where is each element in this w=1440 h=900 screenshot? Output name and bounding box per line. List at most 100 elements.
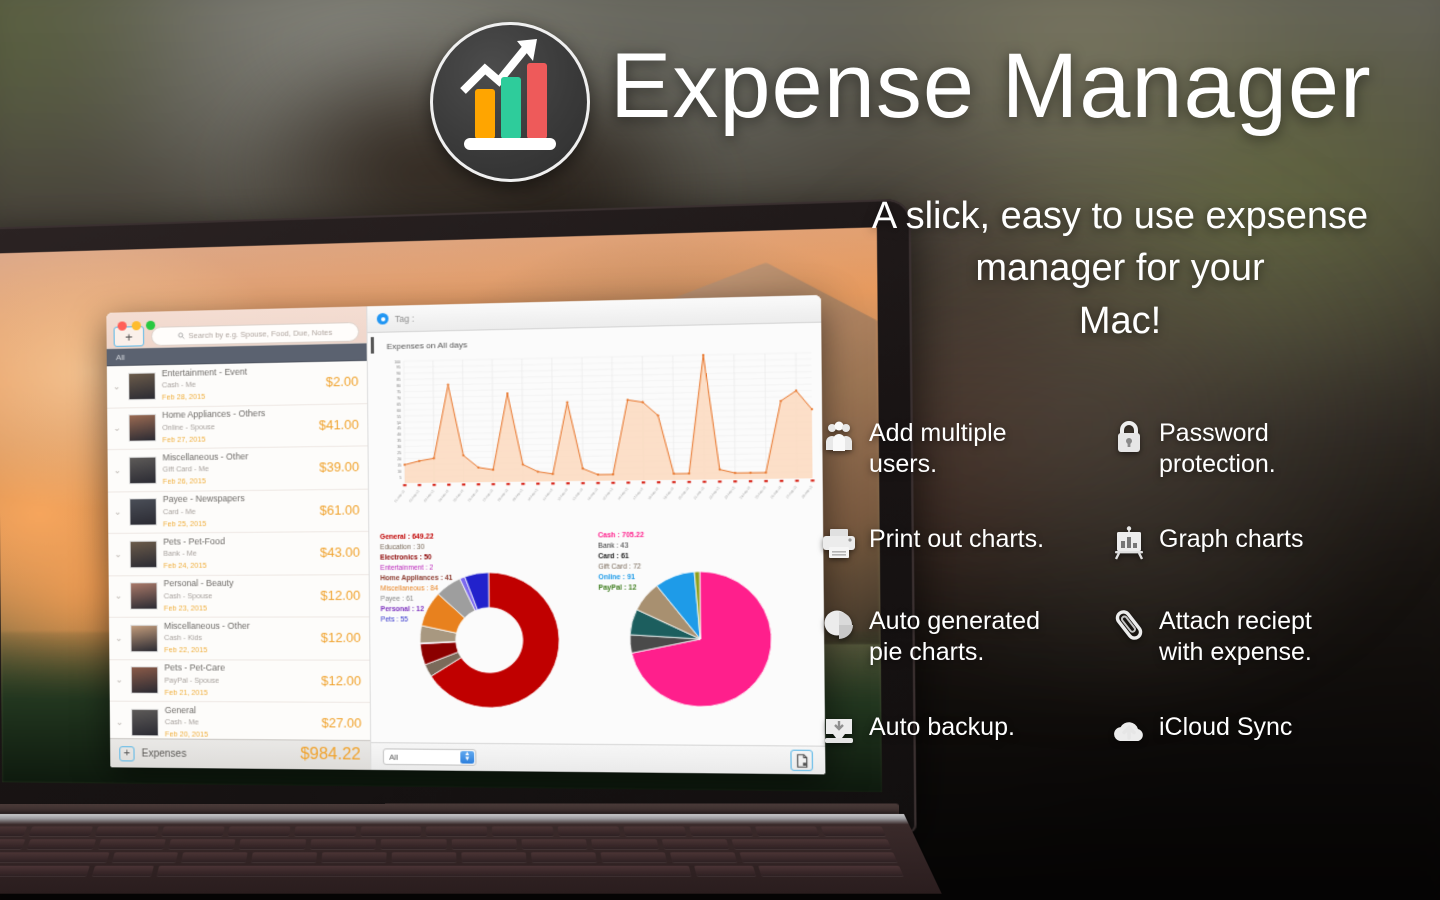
svg-text:40: 40 — [397, 433, 401, 437]
table-row[interactable]: ⌄ General Cash - Me Feb 20, 2015 $27.00 — [109, 701, 371, 741]
expense-amount: $2.00 — [325, 374, 359, 390]
svg-text:14-Feb-15: 14-Feb-15 — [586, 487, 599, 501]
table-row[interactable]: ⌄ Miscellaneous - Other Cash - Kids Feb … — [109, 617, 370, 661]
feature-label: Password protection. — [1159, 419, 1276, 478]
key — [251, 852, 318, 863]
svg-text:11-Feb-15: 11-Feb-15 — [542, 487, 555, 501]
expense-meta: Pets - Pet-Food Bank - Me Feb 24, 2015 — [163, 535, 314, 571]
expense-meta: Personal - Beauty Cash - Spouse Feb 23, … — [164, 578, 315, 614]
laptop-screen: + Search by e.g. Spouse, Food, Due, Note… — [0, 227, 883, 793]
expense-title: General — [164, 704, 196, 716]
chevron-down-icon[interactable]: ⌄ — [112, 465, 123, 476]
expense-title: Pets - Pet-Food — [163, 536, 225, 547]
lock-icon — [1110, 418, 1148, 456]
key — [557, 826, 621, 837]
feature-item: iCloud Sync — [1110, 712, 1410, 750]
export-button[interactable] — [790, 749, 814, 772]
period-filter-select[interactable]: All ▲ ▼ — [382, 748, 477, 766]
svg-text:18-Feb-15: 18-Feb-15 — [647, 486, 660, 500]
chevron-down-icon[interactable]: ⌄ — [113, 591, 124, 602]
chevron-down-icon[interactable]: ⌄ — [114, 675, 125, 686]
tagline: A slick, easy to use expsense manager for… — [810, 190, 1430, 347]
key — [600, 852, 667, 863]
expense-amount: $27.00 — [321, 716, 362, 731]
expense-list[interactable]: ⌄ Entertainment - Event Cash - Me Feb 28… — [106, 360, 371, 741]
chevron-down-icon[interactable]: ⌄ — [112, 507, 123, 518]
key — [0, 826, 28, 837]
expense-amount: $61.00 — [319, 502, 360, 518]
key — [360, 826, 422, 837]
chevron-down-icon[interactable]: ⌄ — [113, 633, 124, 644]
expense-meta: Pets - Pet-Care PayPal - Spouse Feb 21, … — [164, 663, 315, 699]
svg-text:17-Feb-15: 17-Feb-15 — [632, 486, 645, 500]
feature-item: Graph charts — [1110, 524, 1410, 562]
expense-title: Payee - Newspapers — [162, 493, 245, 505]
feature-label: iCloud Sync — [1159, 713, 1293, 741]
key — [693, 865, 756, 877]
expense-amount: $12.00 — [321, 673, 362, 689]
avatar — [129, 498, 157, 526]
table-row[interactable]: ⌄ Entertainment - Event Cash - Me Feb 28… — [106, 360, 368, 409]
table-row[interactable]: ⌄ Home Appliances - Others Online - Spou… — [107, 403, 368, 451]
feature-item: Attach reciept with expense. — [1110, 606, 1410, 668]
svg-text:07-Feb-15: 07-Feb-15 — [482, 488, 495, 502]
traffic-lights — [117, 320, 156, 331]
svg-text:30: 30 — [397, 445, 401, 449]
svg-text:75: 75 — [397, 390, 401, 394]
expense-subtitle: Online - Spouse — [162, 422, 216, 433]
expense-subtitle: Cash - Me — [161, 380, 196, 391]
svg-text:55: 55 — [397, 415, 401, 419]
svg-text:28-Feb-15: 28-Feb-15 — [801, 485, 814, 500]
feature-label: Add multiple users. — [869, 419, 1007, 478]
spacebar — [156, 865, 692, 877]
expense-title: Entertainment - Event — [161, 366, 248, 379]
add-icon: + — [124, 328, 133, 345]
chevron-down-icon[interactable]: ⌄ — [111, 423, 122, 434]
table-row[interactable]: ⌄ Pets - Pet-Food Bank - Me Feb 24, 2015… — [108, 531, 369, 576]
chevron-down-icon[interactable]: ⌄ — [111, 381, 122, 392]
keyboard-row — [0, 839, 892, 850]
expense-amount: $39.00 — [319, 460, 360, 476]
table-row[interactable]: ⌄ Payee - Newspapers Card - Me Feb 25, 2… — [107, 489, 369, 534]
svg-text:19-Feb-15: 19-Feb-15 — [662, 486, 675, 500]
tagline-line: Mac! — [1078, 299, 1162, 342]
expense-meta: Payee - Newspapers Card - Me Feb 25, 201… — [163, 493, 314, 530]
svg-text:60: 60 — [397, 409, 401, 413]
plus-icon: + — [123, 746, 131, 759]
key — [623, 826, 687, 837]
graph-chart-easel-icon — [1110, 524, 1148, 562]
search-input[interactable]: Search by e.g. Spouse, Food, Due, Notes — [151, 321, 360, 346]
chevron-down-icon[interactable]: ⌄ — [112, 549, 123, 560]
expense-amount: $12.00 — [320, 631, 361, 646]
feature-item: Print out charts. — [820, 524, 1110, 562]
svg-text:25: 25 — [397, 451, 401, 455]
expense-amount: $41.00 — [318, 417, 359, 433]
key — [380, 839, 447, 850]
key — [521, 839, 588, 850]
minimize-button[interactable] — [131, 321, 141, 331]
expense-meta: Miscellaneous - Other Cash - Kids Feb 22… — [164, 621, 315, 656]
svg-text:80: 80 — [397, 384, 401, 388]
expense-subtitle: Cash - Me — [164, 717, 199, 727]
keyboard-row — [0, 852, 898, 863]
table-row[interactable]: ⌄ Personal - Beauty Cash - Spouse Feb 23… — [108, 574, 370, 618]
svg-text:45: 45 — [397, 427, 401, 431]
svg-text:100: 100 — [394, 360, 400, 364]
svg-text:22-Feb-15: 22-Feb-15 — [708, 486, 721, 500]
svg-text:09-Feb-15: 09-Feb-15 — [512, 488, 525, 502]
tagline-line: A slick, easy to use expsense — [871, 195, 1369, 237]
svg-text:15-Feb-15: 15-Feb-15 — [601, 487, 614, 501]
svg-text:01-Feb-15: 01-Feb-15 — [393, 489, 405, 503]
table-row[interactable]: ⌄ Pets - Pet-Care PayPal - Spouse Feb 21… — [109, 659, 370, 703]
avatar — [130, 666, 159, 695]
zoom-button[interactable] — [145, 320, 156, 331]
chevron-down-icon[interactable]: ⌄ — [114, 717, 125, 728]
table-row[interactable]: ⌄ Miscellaneous - Other Gift Card - Me F… — [107, 446, 368, 493]
pie-chart-icon — [820, 606, 858, 644]
svg-text:20-Feb-15: 20-Feb-15 — [677, 486, 690, 500]
page-header: Expense Manager — [0, 0, 1440, 190]
svg-text:02-Feb-15: 02-Feb-15 — [408, 489, 420, 503]
close-button[interactable] — [117, 321, 127, 331]
svg-text:12-Feb-15: 12-Feb-15 — [556, 487, 569, 501]
footer-add-button[interactable]: + — [119, 745, 135, 761]
